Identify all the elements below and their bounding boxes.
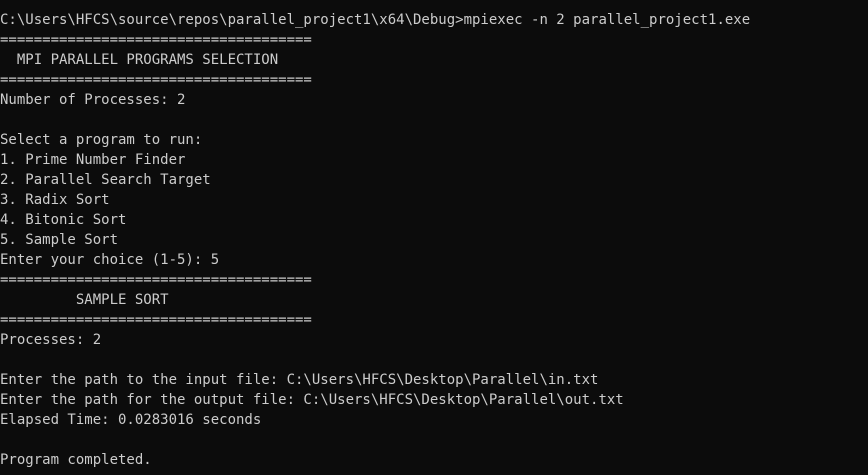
menu-option-2: 2. Parallel Search Target: [0, 172, 211, 188]
menu-title: MPI PARALLEL PROGRAMS SELECTION: [0, 52, 279, 68]
separator-line: =====================================: [0, 272, 312, 288]
process-count-line: Number of Processes: 2: [0, 92, 186, 108]
elapsed-time-line: Elapsed Time: 0.0283016 seconds: [0, 412, 262, 428]
output-path-line: Enter the path for the output file: C:\U…: [0, 392, 624, 408]
menu-option-5: 5. Sample Sort: [0, 232, 119, 248]
separator-line: =====================================: [0, 72, 312, 88]
menu-prompt: Select a program to run:: [0, 132, 203, 148]
terminal-window[interactable]: C:\Users\HFCS\source\repos\parallel_proj…: [0, 0, 868, 475]
completion-line: Program completed.: [0, 452, 152, 468]
input-path-line: Enter the path to the input file: C:\Use…: [0, 372, 599, 388]
menu-option-4: 4. Bitonic Sort: [0, 212, 127, 228]
processes-line: Processes: 2: [0, 332, 102, 348]
command-prompt-line: C:\Users\HFCS\source\repos\parallel_proj…: [0, 12, 751, 28]
choice-input-line: Enter your choice (1-5): 5: [0, 252, 220, 268]
menu-option-1: 1. Prime Number Finder: [0, 152, 186, 168]
menu-option-3: 3. Radix Sort: [0, 192, 110, 208]
separator-line: =====================================: [0, 312, 312, 328]
section-title: SAMPLE SORT: [0, 292, 169, 308]
separator-line: =====================================: [0, 32, 312, 48]
